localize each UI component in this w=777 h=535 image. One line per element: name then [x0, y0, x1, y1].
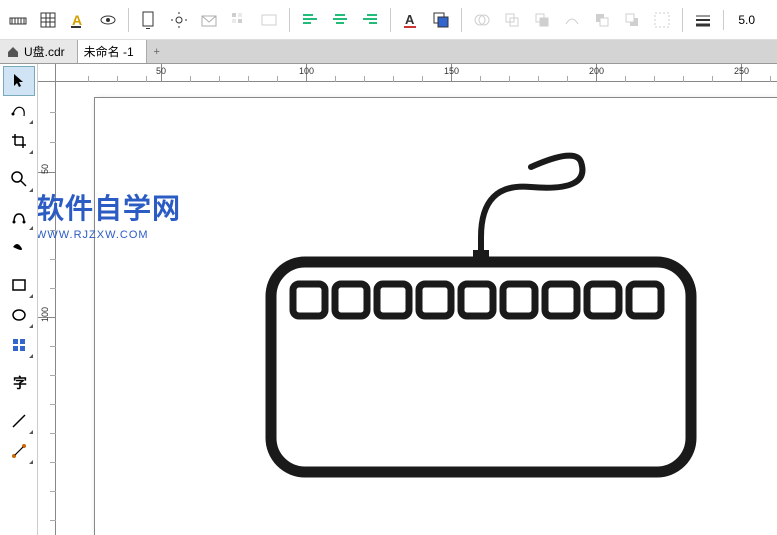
align-right-icon[interactable] — [356, 6, 384, 34]
watermark: 软件自学网 WWW.RJZXW.COM — [38, 187, 181, 241]
object-front-icon[interactable] — [427, 6, 455, 34]
zoom-tool[interactable] — [3, 164, 35, 194]
freehand-tool[interactable] — [3, 202, 35, 232]
tab-label: 未命名 -1 — [84, 43, 134, 60]
tab-label: U盘.cdr — [24, 43, 65, 60]
envelope-tool-icon[interactable] — [195, 6, 223, 34]
shape-tool[interactable] — [3, 96, 35, 126]
dimension-tool[interactable] — [3, 406, 35, 436]
main-toolbar: A A 5.0 — [0, 0, 777, 40]
boundary-icon[interactable] — [648, 6, 676, 34]
align-center-icon[interactable] — [326, 6, 354, 34]
grid-tool-icon[interactable] — [34, 6, 62, 34]
visibility-icon[interactable] — [94, 6, 122, 34]
dimension-tool-icon[interactable] — [4, 6, 32, 34]
page-setup-icon[interactable] — [135, 6, 163, 34]
polygon-tool[interactable] — [3, 330, 35, 360]
canvas-area: 50 100 150 200 250 50 100 软件自学网 WWW.RJZX… — [38, 64, 777, 535]
svg-text:A: A — [405, 12, 415, 27]
document-tabs: U盘.cdr 未命名 -1 + — [0, 40, 777, 64]
crop-tool[interactable] — [3, 126, 35, 156]
watermark-text: 软件自学网 — [38, 187, 181, 227]
vertical-ruler[interactable]: 50 100 — [38, 82, 56, 535]
ruler-corner[interactable] — [38, 64, 56, 82]
bitmap-icon[interactable] — [225, 6, 253, 34]
simplify-icon[interactable] — [558, 6, 586, 34]
keyboard-drawing — [251, 142, 711, 482]
settings-icon[interactable] — [165, 6, 193, 34]
home-icon — [6, 45, 20, 59]
trace-icon[interactable] — [255, 6, 283, 34]
intersect-icon[interactable] — [528, 6, 556, 34]
canvas[interactable]: 软件自学网 WWW.RJZXW.COM — [56, 82, 777, 535]
artistic-media-tool[interactable] — [3, 232, 35, 262]
tab-unnamed[interactable]: 未命名 -1 — [78, 40, 147, 63]
front-minus-back-icon[interactable] — [588, 6, 616, 34]
svg-text:A: A — [72, 12, 82, 28]
svg-text:字: 字 — [13, 375, 27, 391]
watermark-url: WWW.RJZXW.COM — [38, 229, 181, 241]
weld-icon[interactable] — [468, 6, 496, 34]
horizontal-ruler[interactable]: 50 100 150 200 250 — [56, 64, 777, 82]
add-tab-button[interactable]: + — [147, 40, 167, 63]
workspace: 字 50 100 150 200 250 50 100 — [0, 64, 777, 535]
text-tool[interactable]: 字 — [3, 368, 35, 398]
text-fill-icon[interactable]: A — [397, 6, 425, 34]
line-width-value[interactable]: 5.0 — [723, 10, 757, 30]
ellipse-tool[interactable] — [3, 300, 35, 330]
tab-upan[interactable]: U盘.cdr — [0, 40, 78, 63]
separator — [289, 8, 290, 32]
align-left-icon[interactable] — [296, 6, 324, 34]
text-format-a-icon[interactable]: A — [64, 6, 92, 34]
separator — [461, 8, 462, 32]
separator — [682, 8, 683, 32]
separator — [128, 8, 129, 32]
back-minus-front-icon[interactable] — [618, 6, 646, 34]
pick-tool[interactable] — [3, 66, 35, 96]
rectangle-tool[interactable] — [3, 270, 35, 300]
trim-icon[interactable] — [498, 6, 526, 34]
separator — [390, 8, 391, 32]
connector-tool[interactable] — [3, 436, 35, 466]
line-width-icon[interactable] — [689, 6, 717, 34]
tool-palette: 字 — [0, 64, 38, 535]
